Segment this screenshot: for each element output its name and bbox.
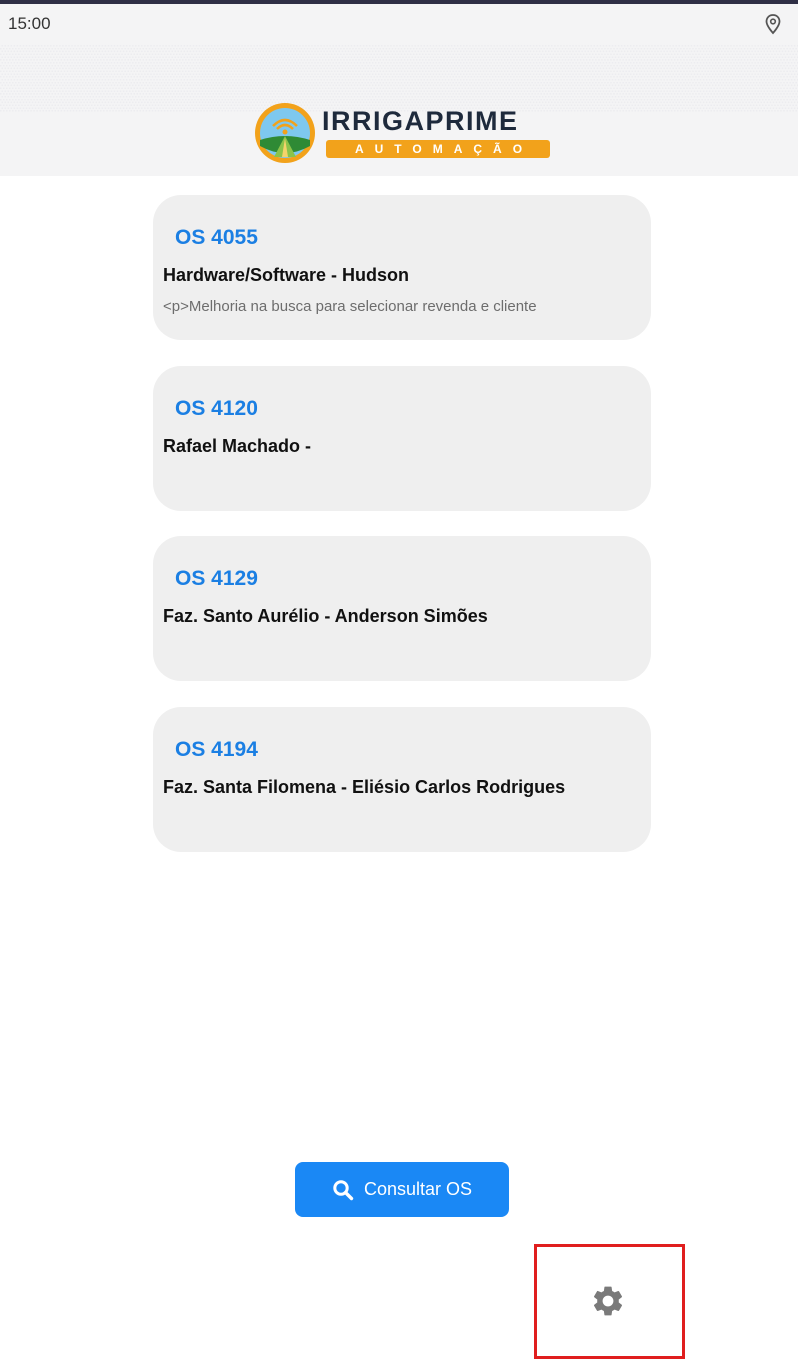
order-id: OS 4120 xyxy=(175,397,258,420)
order-card[interactable]: OS 4055 Hardware/Software - Hudson <p>Me… xyxy=(153,195,651,340)
background-texture: ▒▒▒▒▒▒▒▒▒▒▒▒▒▒▒▒▒▒▒▒▒▒▒▒▒▒▒▒▒▒▒▒▒▒▒▒▒▒▒▒… xyxy=(0,44,798,77)
location-pin-icon xyxy=(765,14,781,35)
order-title: Faz. Santa Filomena - Eliésio Carlos Rod… xyxy=(163,777,566,797)
logo-title: IRRIGAPRIME xyxy=(322,106,519,136)
order-id: OS 4055 xyxy=(175,226,258,249)
order-description: <p>Melhoria na busca para selecionar rev… xyxy=(163,298,537,315)
irrigation-emblem-icon xyxy=(255,103,315,163)
status-time: 15:00 xyxy=(8,14,51,33)
logo-subtitle-bar: AUTOMAÇÃO xyxy=(326,140,550,158)
order-card[interactable]: OS 4194 Faz. Santa Filomena - Eliésio Ca… xyxy=(153,707,651,852)
order-card[interactable]: OS 4129 Faz. Santo Aurélio - Anderson Si… xyxy=(153,536,651,681)
app-header: ▒▒▒▒▒▒▒▒▒▒▒▒▒▒▒▒▒▒▒▒▒▒▒▒▒▒▒▒▒▒▒▒▒▒▒▒▒▒ ▒▒… xyxy=(0,4,798,176)
order-id: OS 4129 xyxy=(175,567,258,590)
order-title: Rafael Machado - xyxy=(163,436,312,456)
app-logo: IRRIGAPRIME AUTOMAÇÃO xyxy=(254,100,554,168)
search-icon xyxy=(333,1179,354,1200)
logo-subtitle: AUTOMAÇÃO xyxy=(354,142,534,156)
consult-os-button[interactable]: Consultar OS xyxy=(295,1162,509,1217)
consult-os-label: Consultar OS xyxy=(363,1179,473,1199)
order-title: Hardware/Software - Hudson xyxy=(163,265,410,285)
order-title: Faz. Santo Aurélio - Anderson Simões xyxy=(163,606,488,626)
order-card[interactable]: OS 4120 Rafael Machado - xyxy=(153,366,651,511)
gear-icon[interactable] xyxy=(590,1283,626,1319)
order-id: OS 4194 xyxy=(175,738,258,761)
